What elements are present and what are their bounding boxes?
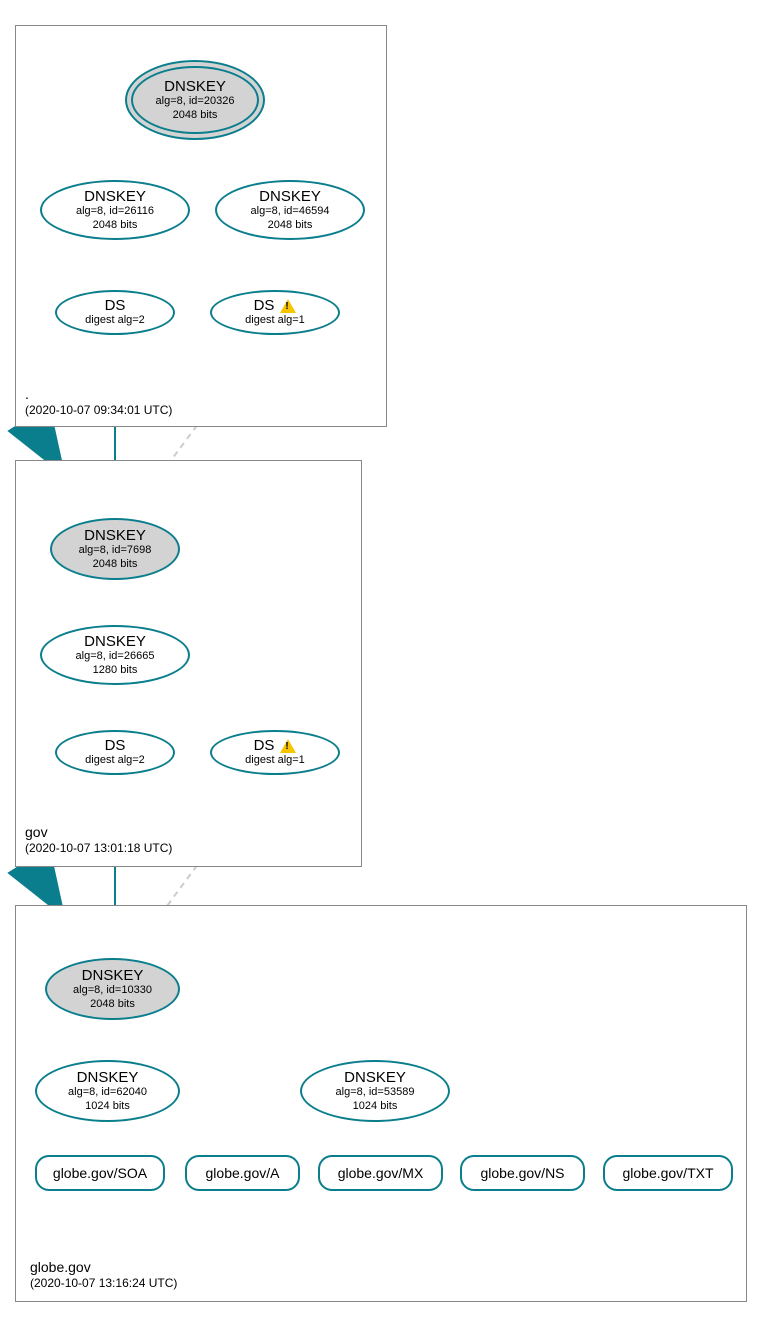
- rr-txt-label: globe.gov/TXT: [622, 1165, 713, 1181]
- gov-ds2-l1: digest alg=1: [245, 754, 305, 767]
- globe-zsk2: DNSKEY alg=8, id=53589 1024 bits: [300, 1060, 450, 1122]
- root-zsk2-l2: 2048 bits: [268, 219, 313, 232]
- root-ds2-title: DS: [254, 297, 275, 314]
- root-ksk: DNSKEY alg=8, id=20326 2048 bits: [125, 60, 265, 140]
- gov-ds2-title: DS: [254, 737, 275, 754]
- gov-ds1-l1: digest alg=2: [85, 754, 145, 767]
- globe-zsk1-l2: 1024 bits: [85, 1100, 130, 1113]
- zone-gov-label: gov (2020-10-07 13:01:18 UTC): [25, 823, 172, 857]
- globe-zsk1: DNSKEY alg=8, id=62040 1024 bits: [35, 1060, 180, 1122]
- globe-ksk-title: DNSKEY: [82, 967, 144, 984]
- zone-globe-label: globe.gov (2020-10-07 13:16:24 UTC): [30, 1258, 177, 1292]
- root-ds2: DS digest alg=1: [210, 290, 340, 335]
- globe-ksk-l2: 2048 bits: [90, 998, 135, 1011]
- gov-zsk-title: DNSKEY: [84, 633, 146, 650]
- globe-zsk2-title: DNSKEY: [344, 1069, 406, 1086]
- rr-a: globe.gov/A: [185, 1155, 300, 1191]
- warning-icon: [280, 299, 296, 313]
- root-ksk-l2: 2048 bits: [173, 109, 218, 122]
- globe-ksk-l1: alg=8, id=10330: [73, 984, 152, 997]
- globe-zsk1-title: DNSKEY: [77, 1069, 139, 1086]
- zone-root-label: . (2020-10-07 09:34:01 UTC): [25, 385, 172, 419]
- root-zsk1-l1: alg=8, id=26116: [76, 205, 154, 218]
- zone-gov-name: gov: [25, 823, 172, 841]
- root-ksk-title: DNSKEY: [164, 78, 226, 95]
- zone-gov-ts: (2020-10-07 13:01:18 UTC): [25, 841, 172, 857]
- root-zsk2-title: DNSKEY: [259, 188, 321, 205]
- globe-zsk2-l2: 1024 bits: [353, 1100, 398, 1113]
- rr-ns-label: globe.gov/NS: [480, 1165, 564, 1181]
- gov-ksk: DNSKEY alg=8, id=7698 2048 bits: [50, 518, 180, 580]
- globe-zsk2-l1: alg=8, id=53589: [336, 1086, 415, 1099]
- gov-ksk-l1: alg=8, id=7698: [79, 544, 152, 557]
- root-zsk2-l1: alg=8, id=46594: [251, 205, 330, 218]
- warning-icon: [280, 739, 296, 753]
- rr-mx-label: globe.gov/MX: [338, 1165, 424, 1181]
- rr-soa: globe.gov/SOA: [35, 1155, 165, 1191]
- rr-txt: globe.gov/TXT: [603, 1155, 733, 1191]
- root-ds1: DS digest alg=2: [55, 290, 175, 335]
- gov-ksk-l2: 2048 bits: [93, 558, 138, 571]
- root-ds1-title: DS: [105, 297, 126, 314]
- diagram-canvas: . (2020-10-07 09:34:01 UTC) DNSKEY alg=8…: [0, 0, 760, 1320]
- gov-zsk-l1: alg=8, id=26665: [76, 650, 155, 663]
- zone-globe-name: globe.gov: [30, 1258, 177, 1276]
- gov-ds1-title: DS: [105, 737, 126, 754]
- root-zsk1-title: DNSKEY: [84, 188, 146, 205]
- globe-ksk: DNSKEY alg=8, id=10330 2048 bits: [45, 958, 180, 1020]
- zone-root-name: .: [25, 385, 172, 403]
- root-zsk1: DNSKEY alg=8, id=26116 2048 bits: [40, 180, 190, 240]
- gov-ksk-title: DNSKEY: [84, 527, 146, 544]
- zone-root-ts: (2020-10-07 09:34:01 UTC): [25, 403, 172, 419]
- gov-zsk-l2: 1280 bits: [93, 664, 138, 677]
- root-ksk-l1: alg=8, id=20326: [156, 95, 235, 108]
- root-zsk2: DNSKEY alg=8, id=46594 2048 bits: [215, 180, 365, 240]
- rr-a-label: globe.gov/A: [206, 1165, 280, 1181]
- gov-ds1: DS digest alg=2: [55, 730, 175, 775]
- root-zsk1-l2: 2048 bits: [93, 219, 138, 232]
- gov-ds2: DS digest alg=1: [210, 730, 340, 775]
- globe-zsk1-l1: alg=8, id=62040: [68, 1086, 147, 1099]
- rr-soa-label: globe.gov/SOA: [53, 1165, 147, 1181]
- root-ds1-l1: digest alg=2: [85, 314, 145, 327]
- zone-globe-ts: (2020-10-07 13:16:24 UTC): [30, 1276, 177, 1292]
- rr-mx: globe.gov/MX: [318, 1155, 443, 1191]
- root-ds2-l1: digest alg=1: [245, 314, 305, 327]
- rr-ns: globe.gov/NS: [460, 1155, 585, 1191]
- gov-zsk: DNSKEY alg=8, id=26665 1280 bits: [40, 625, 190, 685]
